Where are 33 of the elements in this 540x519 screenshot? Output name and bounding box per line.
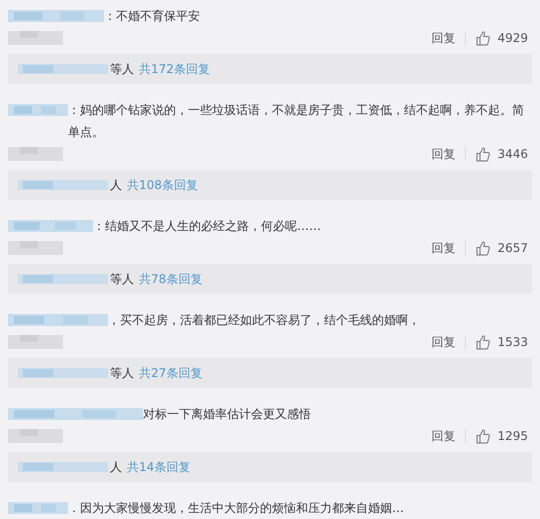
reply-button[interactable]: 回复 — [431, 146, 456, 162]
others-label: 等人 — [110, 271, 134, 287]
others-label: 人 — [110, 459, 122, 475]
others-label: 等人 — [110, 365, 134, 381]
others-label: 人 — [110, 177, 122, 193]
like-button[interactable]: 1295 — [476, 428, 528, 444]
thumbs-up-icon — [476, 146, 492, 162]
reply-button[interactable]: 回复 — [431, 240, 456, 256]
comment-text: ：妈的哪个钻家说的，一些垃圾话语，不就是房子贵，工资低，结不起啊，养不起。简单点。 — [68, 102, 525, 141]
thumbs-up-icon — [476, 240, 492, 256]
comment-text: ．因为大家慢慢发现，生活中大部分的烦恼和压力都来自婚姻… — [68, 500, 404, 517]
comment-text: ，买不起房，活着都已经如此不容易了，结个毛线的婚啊， — [108, 312, 420, 329]
like-button[interactable]: 1533 — [476, 334, 528, 350]
redacted-date — [8, 335, 63, 349]
redacted-name — [8, 501, 68, 515]
redacted-name — [8, 103, 68, 117]
like-button[interactable]: 4929 — [476, 30, 528, 46]
reply-button[interactable]: 回复 — [431, 428, 456, 444]
redacted-date — [8, 429, 63, 443]
thumbs-up-icon — [476, 428, 492, 444]
redacted-date — [8, 241, 63, 255]
thumbs-up-icon — [476, 30, 492, 46]
thumbs-up-icon — [476, 334, 492, 350]
comment-text: ：不婚不育保平安 — [104, 8, 200, 25]
comment-text: 对标一下离婚率估计会更又感悟 — [143, 406, 311, 423]
others-label: 等人 — [110, 61, 134, 77]
like-button[interactable]: 3446 — [476, 146, 528, 162]
like-button[interactable]: 2657 — [476, 240, 528, 256]
redacted-date — [8, 31, 63, 45]
reply-button[interactable]: 回复 — [431, 30, 456, 46]
redacted-date — [8, 147, 63, 161]
comment-text: ：结婚又不是人生的必经之路，何必呢…… — [93, 218, 321, 235]
reply-button[interactable]: 回复 — [431, 334, 456, 350]
